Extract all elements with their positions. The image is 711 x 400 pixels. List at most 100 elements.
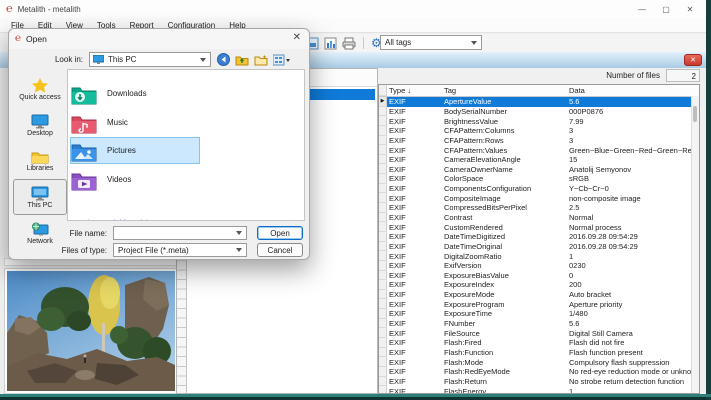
table-row[interactable]: EXIF Flash:Fired Flash did not fire — [379, 338, 699, 348]
corner-cell — [379, 85, 387, 96]
files-of-type-select[interactable]: Project File (*.meta) — [113, 243, 247, 257]
table-row[interactable]: EXIF CFAPattern:Columns 3 — [379, 125, 699, 136]
row-header-cell[interactable] — [379, 338, 387, 348]
files-of-type-value: Project File (*.meta) — [118, 245, 189, 255]
table-row[interactable]: EXIF Flash:Mode Compulsory flash suppressi… — [379, 357, 699, 367]
column-header-tag[interactable]: Tag — [444, 85, 569, 96]
cancel-button[interactable]: Cancel — [257, 243, 303, 257]
table-row[interactable]: EXIF FlashEnergy 1 — [379, 386, 699, 393]
maximize-button[interactable]: ▢ — [654, 0, 678, 18]
column-header-type[interactable]: Type ↓ — [387, 85, 444, 96]
table-row[interactable]: EXIF ExposureBiasValue 0 — [379, 270, 699, 281]
row-header-cell[interactable] — [379, 203, 387, 213]
table-row[interactable]: EXIF ExposureIndex 200 — [379, 280, 699, 290]
table-row[interactable]: EXIF FileSource Digital Still Camera — [379, 328, 699, 339]
close-button[interactable]: ✕ — [678, 0, 702, 18]
scrollbar-thumb[interactable] — [693, 106, 697, 122]
devices-group-header[interactable]: Devices and drives (1) ⌃ — [74, 218, 298, 221]
sidebar-item-desktop[interactable]: Desktop — [13, 107, 67, 143]
cell-type: EXIF — [389, 97, 406, 107]
column-header-data[interactable]: Data — [569, 85, 699, 96]
row-header-cell[interactable] — [379, 260, 387, 271]
dialog-close-icon[interactable]: ✕ — [293, 32, 301, 43]
row-header-cell[interactable] — [379, 366, 387, 377]
sidebar-item-this-pc[interactable]: This PC — [13, 179, 67, 215]
row-header-cell[interactable] — [379, 174, 387, 184]
row-header-cell[interactable]: ▶ — [379, 97, 387, 107]
table-row[interactable]: EXIF FNumber 5.6 — [379, 318, 699, 329]
table-row[interactable]: EXIF Contrast Normal — [379, 212, 699, 223]
sidebar-item-quick-access[interactable]: Quick access — [13, 71, 67, 107]
row-header-cell[interactable] — [379, 357, 387, 367]
row-header-cell[interactable] — [379, 289, 387, 300]
table-row[interactable]: EXIF BodySerialNumber 000P0876 — [379, 106, 699, 117]
row-header-cell[interactable] — [379, 116, 387, 126]
table-row[interactable]: EXIF ExifVersion 0230 — [379, 260, 699, 271]
open-button[interactable]: Open — [257, 226, 303, 240]
table-row[interactable]: EXIF ExposureProgram Aperture priority — [379, 299, 699, 310]
row-header-cell[interactable] — [379, 328, 387, 339]
table-row[interactable]: EXIF ComponentsConfiguration Y~Cb~Cr~0 — [379, 183, 699, 194]
table-row[interactable]: EXIF CFAPattern:Values Green~Blue~Green~Re… — [379, 145, 699, 155]
chart-icon[interactable] — [324, 37, 337, 50]
table-row[interactable]: EXIF DateTimeDigitized 2016.09.28 09:54:29 — [379, 231, 699, 242]
table-row[interactable]: EXIF Flash:Function Flash function present — [379, 347, 699, 358]
tag-filter-select[interactable]: All tags — [380, 35, 482, 50]
folder-item-videos[interactable]: Videos — [70, 166, 200, 193]
folder-item-downloads[interactable]: Downloads — [70, 80, 200, 107]
table-row[interactable]: EXIF CameraOwnerName Anatolij Semyonov — [379, 164, 699, 175]
row-header-cell[interactable] — [379, 347, 387, 358]
cell-tag: ExposureBiasValue — [444, 270, 509, 280]
photo-preview[interactable] — [4, 268, 178, 394]
table-row[interactable]: EXIF CustomRendered Normal process — [379, 222, 699, 232]
row-header-cell[interactable] — [379, 251, 387, 261]
panel-close-button[interactable]: ✕ — [684, 54, 702, 66]
up-folder-icon[interactable] — [235, 54, 249, 66]
table-row[interactable]: EXIF ExposureMode Auto bracket — [379, 289, 699, 300]
back-icon[interactable] — [217, 53, 230, 66]
look-in-select[interactable]: This PC — [89, 52, 211, 67]
row-header-cell[interactable] — [379, 299, 387, 310]
table-row[interactable]: EXIF Flash:RedEyeMode No red-eye reduction… — [379, 366, 699, 377]
file-name-input[interactable] — [113, 226, 247, 240]
table-row[interactable]: EXIF CFAPattern:Rows 3 — [379, 135, 699, 146]
tag-table-scrollbar[interactable] — [691, 96, 699, 393]
table-row[interactable]: EXIF CameraElevationAngle 15 — [379, 154, 699, 165]
row-header-cell[interactable] — [379, 164, 387, 175]
row-header-cell[interactable] — [379, 183, 387, 194]
row-header-cell[interactable] — [379, 376, 387, 387]
row-header-cell[interactable] — [379, 231, 387, 242]
table-row[interactable]: EXIF CompressedBitsPerPixel 2.5 — [379, 203, 699, 213]
collapse-icon[interactable]: ⌃ — [292, 219, 298, 221]
table-row[interactable]: EXIF DateTimeOriginal 2016.09.28 09:54:29 — [379, 241, 699, 252]
view-menu-icon[interactable] — [272, 54, 291, 66]
row-header-cell[interactable] — [379, 280, 387, 290]
row-header-cell[interactable] — [379, 309, 387, 319]
row-header-cell[interactable] — [379, 270, 387, 281]
sidebar-item-libraries[interactable]: Libraries — [13, 143, 67, 179]
table-row[interactable]: EXIF ExposureTime 1/480 — [379, 309, 699, 319]
row-header-cell[interactable] — [379, 212, 387, 223]
row-header-cell[interactable] — [379, 222, 387, 232]
row-header-cell[interactable] — [379, 135, 387, 146]
row-header-cell[interactable] — [379, 154, 387, 165]
row-header-cell[interactable] — [379, 386, 387, 393]
printer-icon[interactable] — [342, 37, 356, 50]
folder-item-music[interactable]: Music — [70, 109, 200, 136]
folder-item-pictures[interactable]: Pictures — [70, 137, 200, 164]
table-row[interactable]: EXIF DigitalZoomRatio 1 — [379, 251, 699, 261]
row-header-cell[interactable] — [379, 193, 387, 204]
table-row[interactable]: EXIF BrightnessValue 7.99 — [379, 116, 699, 126]
row-header-cell[interactable] — [379, 241, 387, 252]
table-row[interactable]: EXIF Flash:Return No strobe return detecti… — [379, 376, 699, 387]
row-header-cell[interactable] — [379, 145, 387, 155]
minimize-button[interactable]: — — [630, 0, 654, 18]
row-header-cell[interactable] — [379, 106, 387, 117]
table-row[interactable]: EXIF CompositeImage non-composite image — [379, 193, 699, 204]
table-row[interactable]: ▶ EXIF ApertureValue 5.6 — [379, 97, 699, 107]
cell-tag: CustomRendered — [444, 222, 503, 232]
row-header-cell[interactable] — [379, 318, 387, 329]
row-header-cell[interactable] — [379, 125, 387, 136]
table-row[interactable]: EXIF ColorSpace sRGB — [379, 174, 699, 184]
new-folder-icon[interactable]: ✦ — [254, 54, 268, 66]
